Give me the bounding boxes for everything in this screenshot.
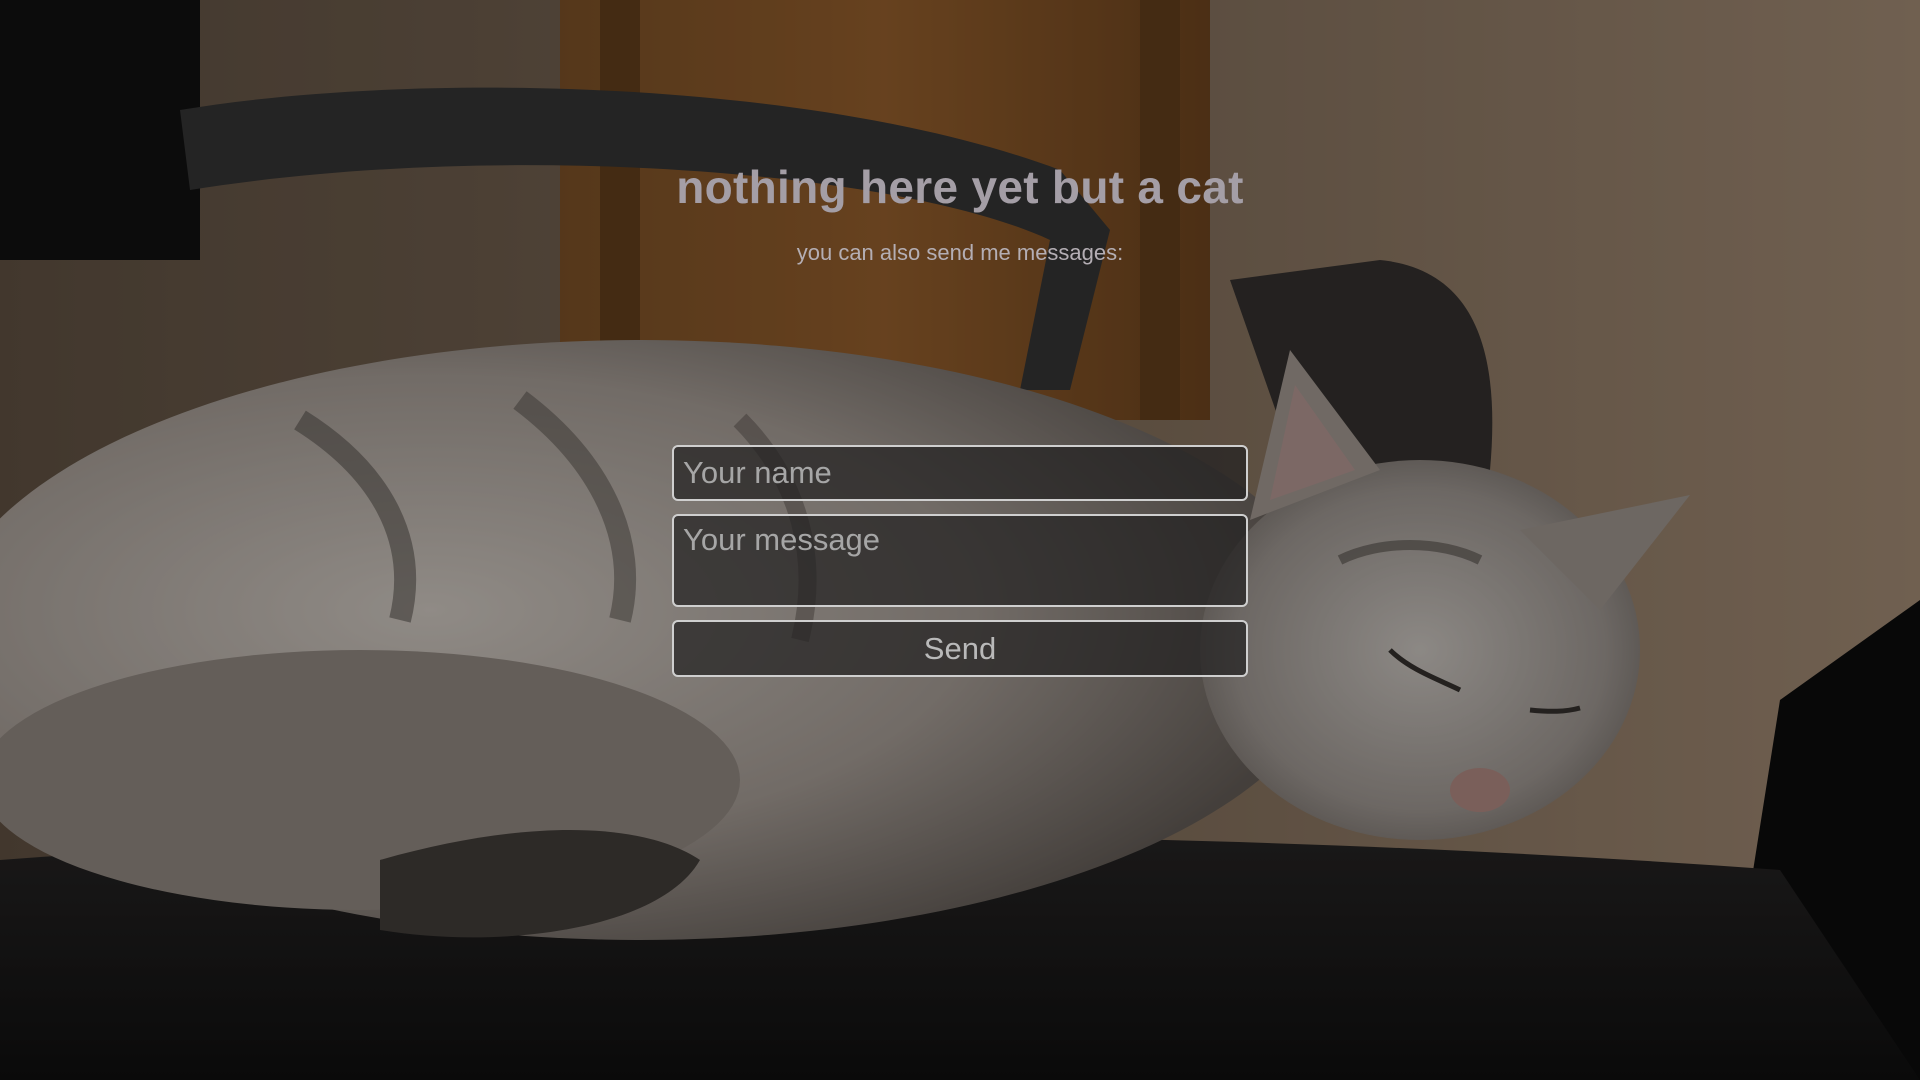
page-subtitle: you can also send me messages: xyxy=(796,240,1124,265)
page-title: nothing here yet but a cat xyxy=(676,161,1244,213)
send-button[interactable]: Send xyxy=(672,620,1248,677)
name-input[interactable] xyxy=(672,445,1248,501)
message-input[interactable] xyxy=(672,514,1248,607)
message-form: Send xyxy=(672,445,1248,677)
page-content: nothing here yet but a cat you can also … xyxy=(0,0,1920,1080)
